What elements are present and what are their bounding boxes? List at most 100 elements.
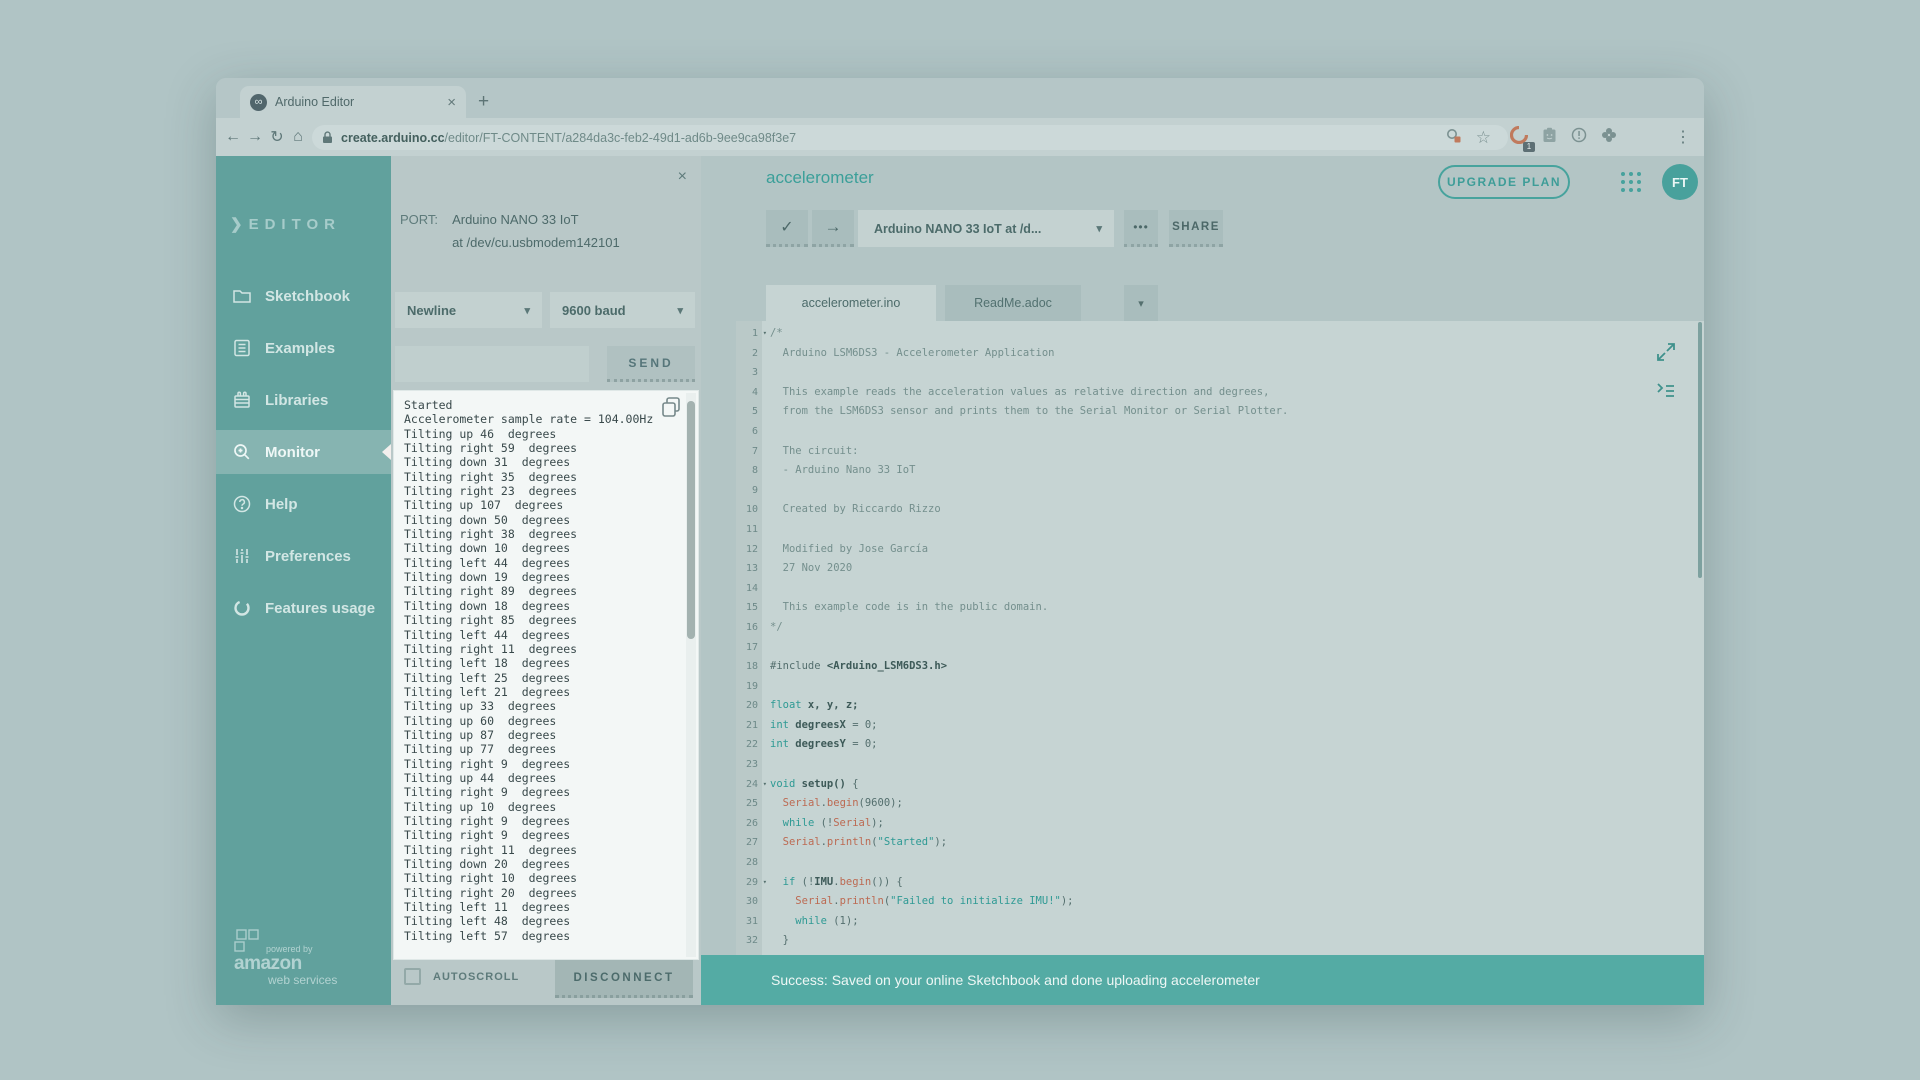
- sidebar-item-help[interactable]: Help: [216, 482, 391, 526]
- serial-line: Tilting right 85 degrees: [404, 613, 682, 627]
- aws-logo: powered by amazon web services: [234, 928, 337, 987]
- extension-badge: 1: [1523, 142, 1535, 152]
- reload-icon[interactable]: ↻: [266, 118, 288, 156]
- forward-icon[interactable]: →: [244, 118, 266, 156]
- url-path: /editor/FT-CONTENT/a284da3c-feb2-49d1-ad…: [445, 131, 797, 145]
- serial-line: Tilting left 18 degrees: [404, 656, 682, 670]
- serial-line: Tilting down 20 degrees: [404, 857, 682, 871]
- serial-line: Started: [404, 398, 682, 412]
- code-line: 25 Serial.begin(9600);: [736, 794, 1704, 814]
- fold-arrow-icon[interactable]: ▾: [763, 873, 767, 893]
- examples-icon: [232, 338, 252, 358]
- serial-line: Tilting up 44 degrees: [404, 771, 682, 785]
- clipboard-icon[interactable]: [1542, 127, 1557, 147]
- tab-list-dropdown[interactable]: ▾: [1124, 285, 1158, 321]
- disconnect-button[interactable]: DISCONNECT: [555, 960, 693, 998]
- fold-arrow-icon[interactable]: ▾: [763, 324, 767, 344]
- upload-button[interactable]: →: [812, 210, 854, 247]
- status-bar: Success: Saved on your online Sketchbook…: [701, 955, 1704, 1005]
- panel-close-icon[interactable]: ×: [678, 168, 687, 186]
- address-bar[interactable]: create.arduino.cc/editor/FT-CONTENT/a284…: [312, 125, 1508, 150]
- serial-message-input[interactable]: [395, 346, 589, 382]
- editor-logo: ❯EDITOR: [230, 215, 341, 233]
- sidebar-item-preferences[interactable]: Preferences: [216, 534, 391, 578]
- bookmark-star-icon[interactable]: ☆: [1476, 128, 1491, 148]
- tab-accelerometer-ino[interactable]: accelerometer.ino: [766, 285, 936, 321]
- chevron-down-icon: ▾: [677, 304, 683, 317]
- more-options-button[interactable]: •••: [1124, 210, 1158, 247]
- serial-line: Tilting left 44 degrees: [404, 628, 682, 642]
- serial-line: Tilting up 10 degrees: [404, 800, 682, 814]
- console-scrollbar[interactable]: [686, 393, 696, 957]
- flower-extension-icon[interactable]: [1601, 127, 1617, 147]
- sidebar-item-label: Examples: [265, 340, 335, 357]
- serial-line: Tilting right 23 degrees: [404, 484, 682, 498]
- serial-line: Accelerometer sample rate = 104.00Hz: [404, 412, 682, 426]
- sketchbook-folder-icon: [232, 286, 252, 306]
- serial-line: Tilting right 9 degrees: [404, 757, 682, 771]
- sidebar-item-libraries[interactable]: Libraries: [216, 378, 391, 422]
- profile-extension-icon[interactable]: 1: [1510, 126, 1528, 148]
- tab-readme-adoc[interactable]: ReadMe.adoc: [945, 285, 1081, 321]
- code-line: 5 from the LSM6DS3 sensor and prints the…: [736, 402, 1704, 422]
- code-line: 4 This example reads the acceleration va…: [736, 383, 1704, 403]
- serial-line: Tilting right 38 degrees: [404, 527, 682, 541]
- browser-menu-icon[interactable]: ⋮: [1672, 118, 1694, 156]
- code-editor[interactable]: 1▾/*2 Arduino LSM6DS3 - Accelerometer Ap…: [736, 321, 1704, 955]
- code-line: 31 while (1);: [736, 912, 1704, 932]
- fullscreen-icon[interactable]: [1654, 340, 1678, 364]
- sidebar-item-label: Features usage: [265, 600, 375, 617]
- console-toggle-icon[interactable]: [1654, 378, 1678, 402]
- code-line: 8 - Arduino Nano 33 IoT: [736, 461, 1704, 481]
- serial-line: Tilting down 19 degrees: [404, 570, 682, 584]
- editor-scrollbar-thumb[interactable]: [1698, 322, 1702, 578]
- home-icon[interactable]: ⌂: [287, 118, 309, 156]
- avatar[interactable]: FT: [1662, 164, 1698, 200]
- back-icon[interactable]: ←: [222, 118, 244, 156]
- baud-rate-dropdown[interactable]: 9600 baud▾: [550, 292, 695, 328]
- fold-arrow-icon[interactable]: ▾: [763, 775, 767, 795]
- info-icon[interactable]: [1571, 127, 1587, 147]
- serial-line: Tilting down 10 degrees: [404, 541, 682, 555]
- code-line: 26 while (!Serial);: [736, 814, 1704, 834]
- code-line: 24▾void setup() {: [736, 775, 1704, 795]
- sidebar-item-features-usage[interactable]: Features usage: [216, 586, 391, 630]
- code-line: 16*/: [736, 618, 1704, 638]
- line-ending-dropdown[interactable]: Newline▾: [395, 292, 542, 328]
- code-line: 27 Serial.println("Started");: [736, 833, 1704, 853]
- tab-close-icon[interactable]: ×: [447, 94, 456, 111]
- serial-line: Tilting right 35 degrees: [404, 470, 682, 484]
- board-selector-dropdown[interactable]: Arduino NANO 33 IoT at /d...▾: [858, 210, 1114, 247]
- copy-icon[interactable]: [660, 396, 682, 418]
- apps-grid-icon[interactable]: [1619, 170, 1643, 194]
- serial-line: Tilting up 107 degrees: [404, 498, 682, 512]
- serial-console[interactable]: StartedAccelerometer sample rate = 104.0…: [393, 390, 699, 960]
- send-button[interactable]: SEND: [607, 346, 695, 382]
- sidebar-item-label: Sketchbook: [265, 288, 350, 305]
- verify-button[interactable]: ✓: [766, 210, 808, 247]
- code-line: 29▾ if (!IMU.begin()) {: [736, 873, 1704, 893]
- new-tab-button[interactable]: +: [478, 86, 489, 118]
- shapes-extension-icon[interactable]: [1446, 128, 1462, 148]
- code-line: 1▾/*: [736, 324, 1704, 344]
- check-icon: ✓: [780, 217, 793, 237]
- console-scrollbar-thumb[interactable]: [687, 401, 695, 639]
- code-line: 14: [736, 579, 1704, 599]
- preferences-icon: [232, 546, 252, 566]
- serial-line: Tilting left 48 degrees: [404, 914, 682, 928]
- upgrade-plan-button[interactable]: UPGRADE PLAN: [1438, 165, 1570, 199]
- url-domain: create.arduino.cc: [341, 131, 445, 145]
- browser-tab[interactable]: ∞ Arduino Editor ×: [240, 86, 466, 118]
- serial-line: Tilting left 11 degrees: [404, 900, 682, 914]
- autoscroll-checkbox[interactable]: [404, 968, 421, 985]
- serial-line: Tilting up 33 degrees: [404, 699, 682, 713]
- sidebar-item-monitor[interactable]: Monitor: [216, 430, 391, 474]
- sidebar-item-examples[interactable]: Examples: [216, 326, 391, 370]
- serial-line: Tilting left 25 degrees: [404, 671, 682, 685]
- aws-cubes-icon: [234, 928, 264, 954]
- sidebar-item-sketchbook[interactable]: Sketchbook: [216, 274, 391, 318]
- share-button[interactable]: SHARE: [1169, 210, 1223, 247]
- code-line: 19: [736, 677, 1704, 697]
- code-line: 22int degreesY = 0;: [736, 735, 1704, 755]
- toolbar-extensions: 1: [1503, 118, 1624, 156]
